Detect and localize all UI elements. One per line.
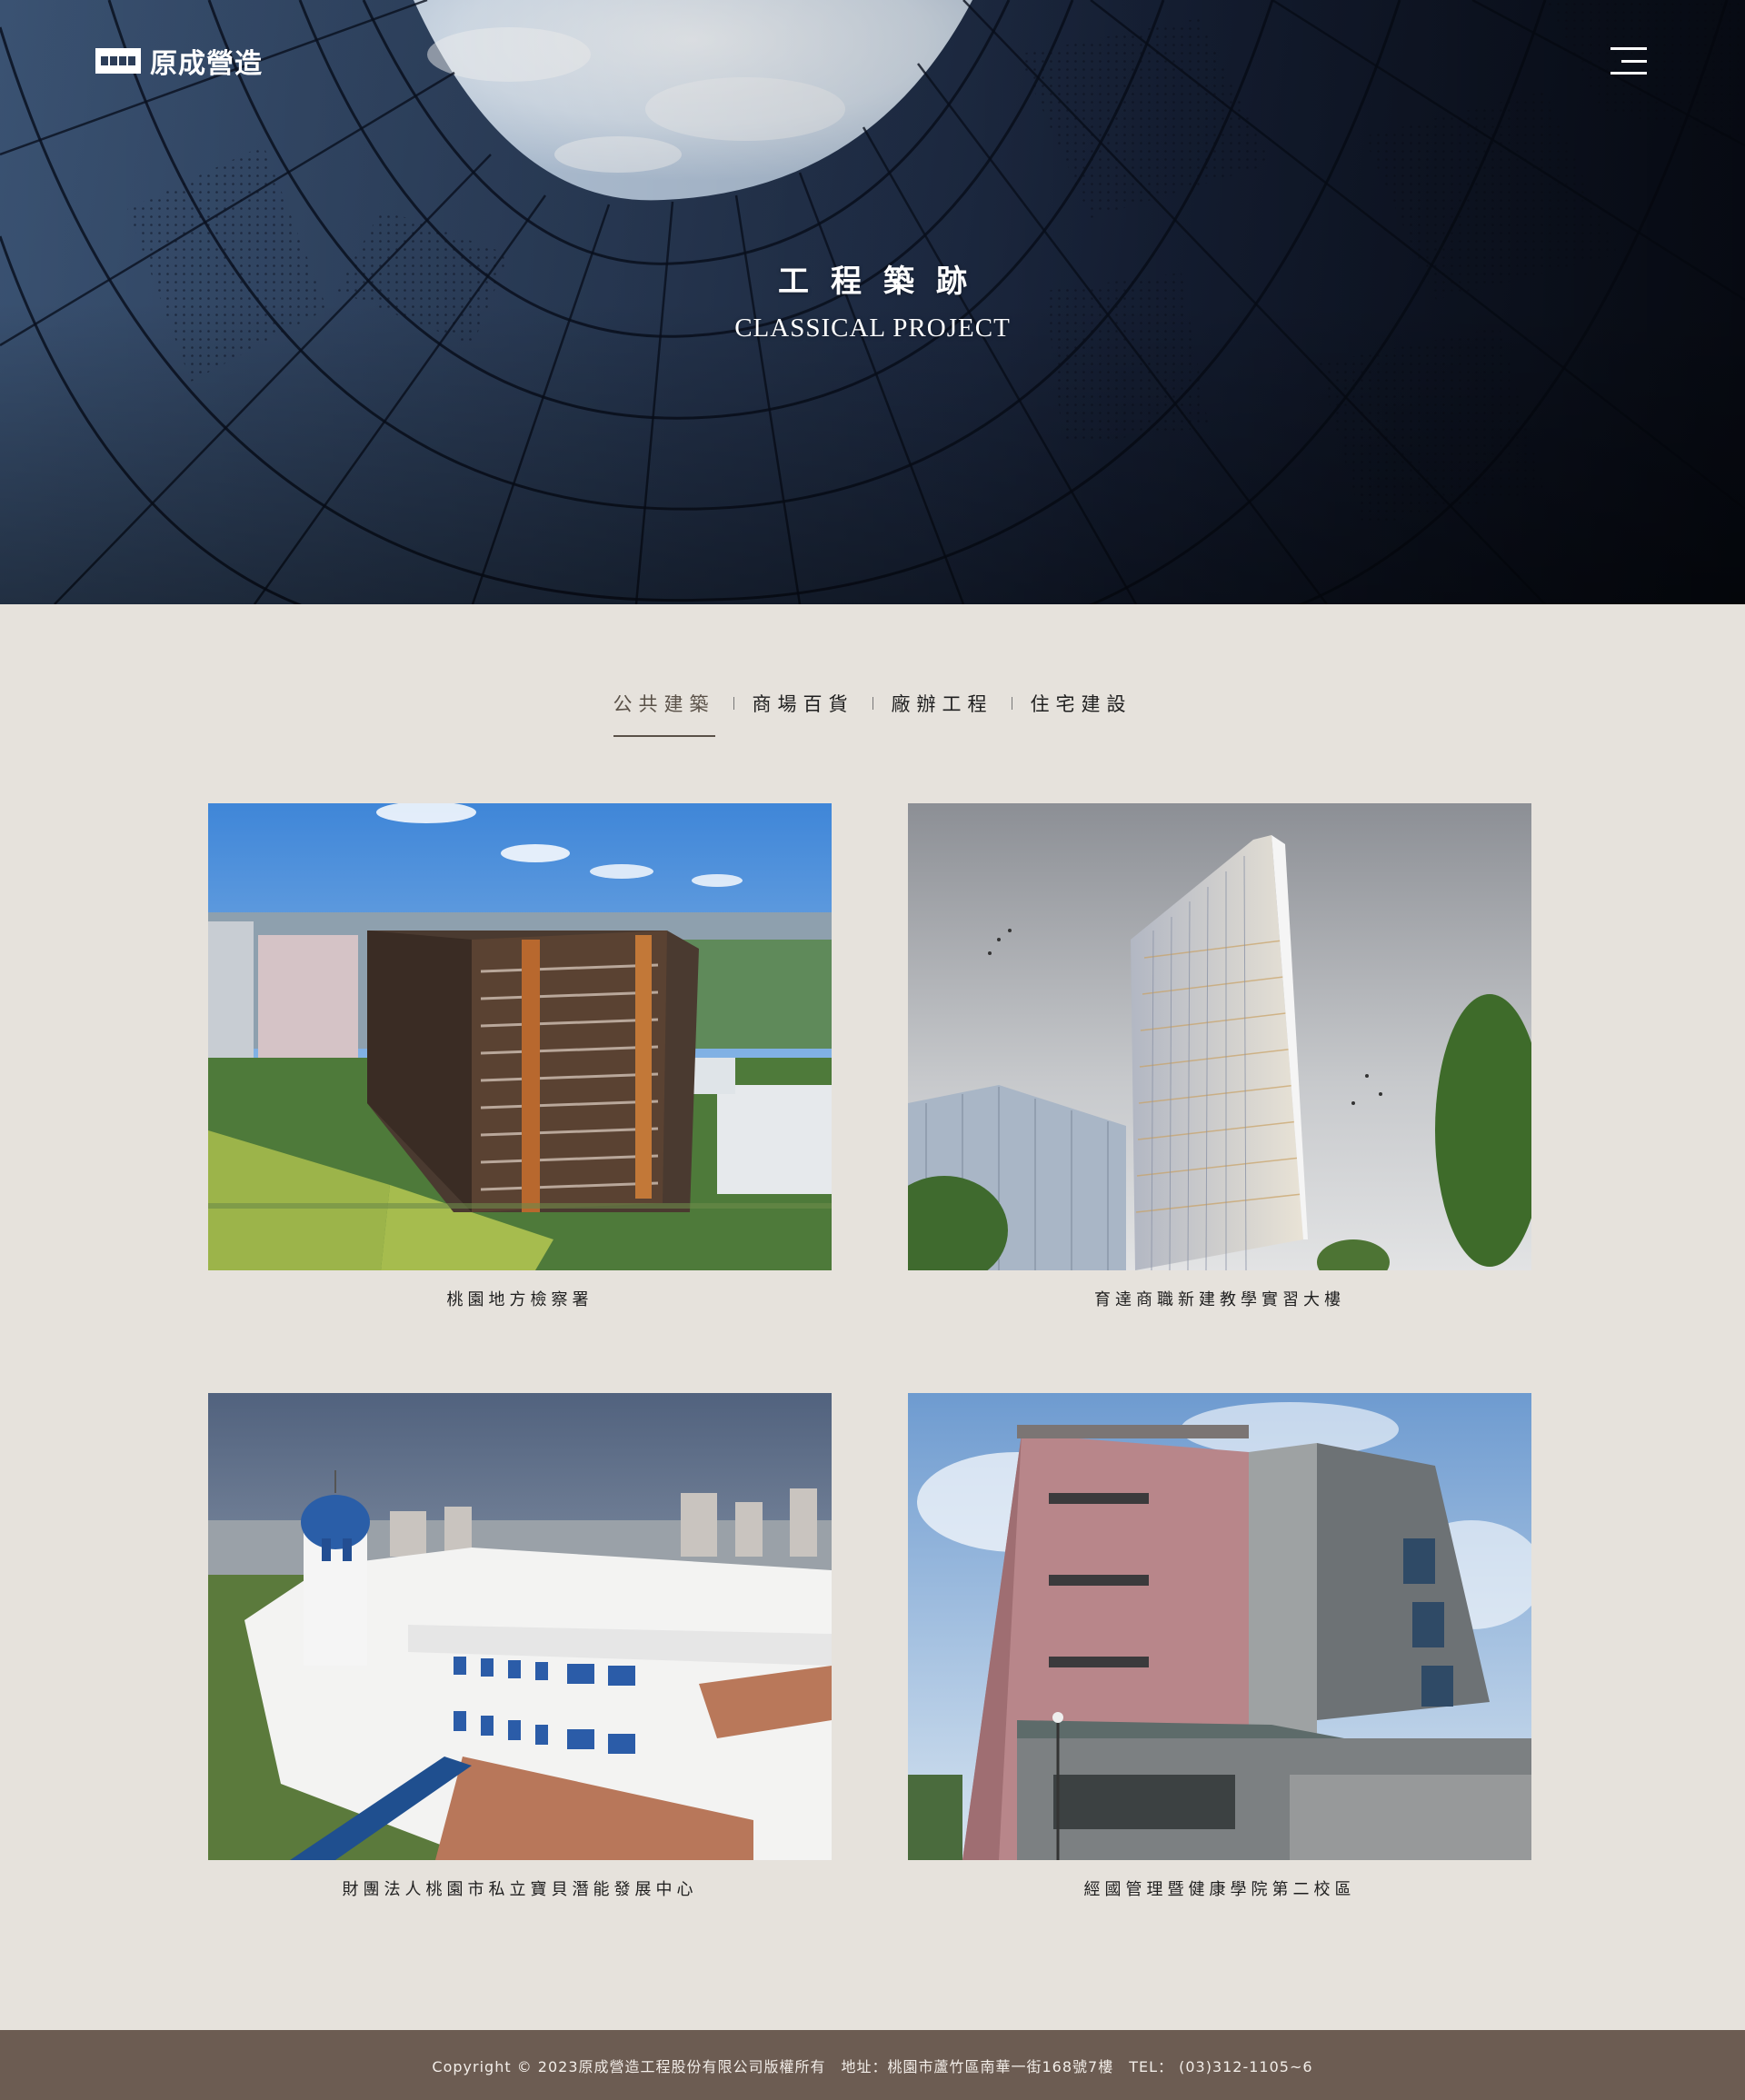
page-title: 工程築跡 <box>778 264 989 300</box>
hero-banner: 原成營造 工程築跡 CLASSICAL PROJECT <box>0 0 1745 604</box>
project-card[interactable]: 財團法人桃園市私立寶貝潛能發展中心 <box>208 1393 832 1900</box>
tab-divider <box>733 697 734 710</box>
category-tabs: 公共建築 商場百貨 廠辦工程 住宅建設 <box>0 686 1745 737</box>
logo-mark-icon <box>95 48 141 74</box>
project-card[interactable]: 桃園地方檢察署 <box>208 803 832 1310</box>
brand-logo[interactable]: 原成營造 <box>95 45 263 80</box>
logo-text: 原成營造 <box>150 48 263 80</box>
project-caption[interactable]: 經國管理暨健康學院第二校區 <box>908 1876 1531 1900</box>
project-card[interactable]: 經國管理暨健康學院第二校區 <box>908 1393 1531 1900</box>
footer-copyright: Copyright © 2023原成營造工程股份有限公司版權所有 地址：桃園市蘆… <box>432 2057 1313 2075</box>
project-photo[interactable] <box>208 1393 832 1860</box>
project-caption[interactable]: 桃園地方檢察署 <box>208 1287 832 1310</box>
project-photo[interactable] <box>908 1393 1531 1860</box>
tab-public-buildings[interactable]: 公共建築 <box>613 686 715 737</box>
tab-factory-office[interactable]: 廠辦工程 <box>892 686 993 737</box>
hamburger-menu-icon[interactable] <box>1610 45 1647 76</box>
site-footer: Copyright © 2023原成營造工程股份有限公司版權所有 地址：桃園市蘆… <box>0 2030 1745 2100</box>
tab-shopping-malls[interactable]: 商場百貨 <box>753 686 854 737</box>
project-photo[interactable] <box>208 803 832 1270</box>
tab-residential[interactable]: 住宅建設 <box>1031 686 1132 737</box>
project-caption[interactable]: 育達商職新建教學實習大樓 <box>908 1287 1531 1310</box>
project-card[interactable]: 育達商職新建教學實習大樓 <box>908 803 1531 1310</box>
hero-building-image <box>0 0 1745 604</box>
project-photo[interactable] <box>908 803 1531 1270</box>
page-subtitle: CLASSICAL PROJECT <box>734 314 1011 343</box>
tab-divider <box>872 697 873 710</box>
project-caption[interactable]: 財團法人桃園市私立寶貝潛能發展中心 <box>208 1876 832 1900</box>
